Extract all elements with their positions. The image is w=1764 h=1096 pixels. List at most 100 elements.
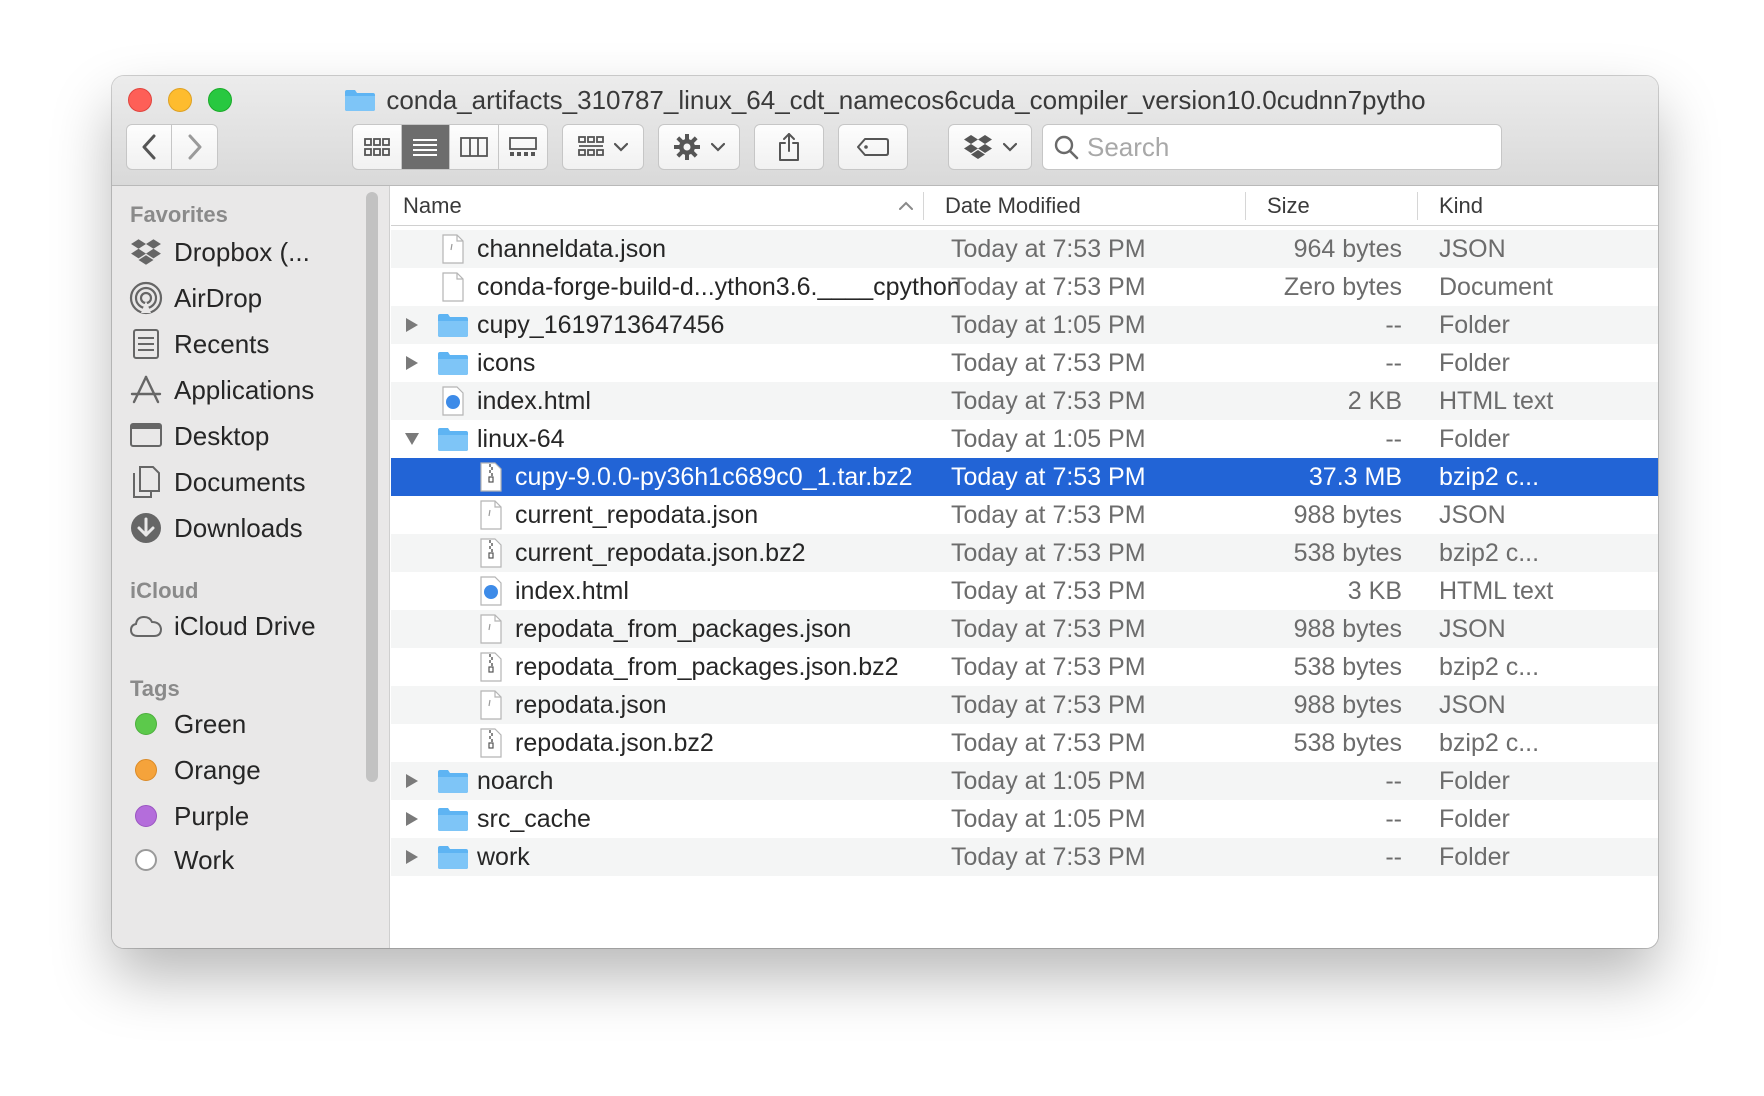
table-row[interactable]: channeldata.json Today at 7:53 PM 964 byte… [391, 230, 1658, 268]
table-row[interactable]: repodata.json.bz2 Today at 7:53 PM 538 byt… [391, 724, 1658, 762]
gallery-view-icon [508, 137, 537, 156]
table-row[interactable]: current_repodata.json Today at 7:53 PM 988… [391, 496, 1658, 534]
column-view-button[interactable] [450, 125, 499, 169]
file-date-modified: Today at 7:53 PM [951, 272, 1146, 301]
sidebar-item-tag-work[interactable]: Work [128, 840, 234, 880]
column-header-size[interactable]: Size [1267, 186, 1310, 226]
table-row[interactable]: index.html Today at 7:53 PM 3 KB HTML text [391, 572, 1658, 610]
column-divider[interactable] [1245, 192, 1246, 220]
folder-icon [437, 765, 469, 797]
disclosure-triangle-down-icon[interactable] [401, 428, 423, 450]
json-file-icon [475, 499, 507, 531]
table-row[interactable]: current_repodata.json.bz2 Today at 7:53 P… [391, 534, 1658, 572]
share-button[interactable] [754, 124, 824, 170]
disclosure-triangle-right-icon[interactable] [401, 770, 423, 792]
sidebar-header-icloud: iCloud [130, 578, 199, 603]
search-input[interactable] [1087, 131, 1467, 163]
disclosure-triangle-right-icon[interactable] [401, 352, 423, 374]
table-row[interactable]: repodata.json Today at 7:53 PM 988 bytes JS… [391, 686, 1658, 724]
file-name: repodata.json.bz2 [515, 728, 714, 757]
table-row[interactable]: index.html Today at 7:53 PM 2 KB HTML text [391, 382, 1658, 420]
disclosure-triangle-right-icon[interactable] [401, 314, 423, 336]
sidebar-item-downloads[interactable]: Downloads [128, 508, 303, 548]
table-row[interactable]: noarch Today at 1:05 PM -- Folder [391, 762, 1658, 800]
file-kind: HTML text [1439, 576, 1554, 605]
table-row[interactable]: linux-64 Today at 1:05 PM -- Folder [391, 420, 1658, 458]
sidebar-item-icloud-drive[interactable]: iCloud Drive [128, 606, 316, 646]
icon-view-button[interactable] [353, 125, 402, 169]
file-name-cell: current_repodata.json.bz2 [439, 534, 805, 572]
sidebar: Favorites Dropbox (... AirDrop Recents A… [112, 186, 390, 948]
sidebar-header-favorites: Favorites [130, 202, 228, 227]
sidebar-item-dropbox[interactable]: Dropbox (... [128, 232, 310, 272]
file-date-modified: Today at 7:53 PM [951, 842, 1146, 871]
table-row[interactable]: repodata_from_packages.json Today at 7:53… [391, 610, 1658, 648]
view-mode-control [352, 124, 548, 170]
downloads-icon [128, 510, 164, 546]
column-divider[interactable] [1417, 192, 1418, 220]
file-date-modified: Today at 7:53 PM [951, 576, 1146, 605]
file-date-modified: Today at 7:53 PM [951, 348, 1146, 377]
file-date-modified: Today at 7:53 PM [951, 500, 1146, 529]
file-size: 988 bytes [1293, 500, 1402, 529]
table-row[interactable]: conda-forge-build-d...ython3.6.____cpyth… [391, 268, 1658, 306]
sidebar-item-label: AirDrop [174, 282, 263, 313]
sidebar-item-documents[interactable]: Documents [128, 462, 306, 502]
column-header-kind[interactable]: Kind [1439, 186, 1483, 226]
sidebar-item-tag-green[interactable]: Green [128, 704, 246, 744]
file-name-cell: current_repodata.json [439, 496, 758, 534]
file-date-modified: Today at 7:53 PM [951, 728, 1146, 757]
sidebar-item-label: Downloads [174, 512, 303, 543]
list-view-button[interactable] [401, 125, 450, 169]
table-row[interactable]: cupy_1619713647456 Today at 1:05 PM -- Fold… [391, 306, 1658, 344]
file-name-cell: linux-64 [401, 420, 565, 458]
action-button[interactable] [658, 124, 740, 170]
file-size: 988 bytes [1293, 690, 1402, 719]
disclosure-triangle-right-icon[interactable] [401, 846, 423, 868]
sidebar-item-desktop[interactable]: Desktop [128, 416, 269, 456]
file-size: 538 bytes [1293, 728, 1402, 757]
sidebar-item-recents[interactable]: Recents [128, 324, 269, 364]
forward-button[interactable] [172, 125, 217, 169]
documents-icon [128, 464, 164, 500]
table-row[interactable]: cupy-9.0.0-py36h1c689c0_1.tar.bz2 Today a… [391, 458, 1658, 496]
table-row[interactable]: repodata_from_packages.json.bz2 Today at … [391, 648, 1658, 686]
table-row[interactable]: icons Today at 7:53 PM -- Folder [391, 344, 1658, 382]
edit-tags-button[interactable] [838, 124, 908, 170]
file-name: linux-64 [477, 424, 565, 453]
group-by-button[interactable] [562, 124, 644, 170]
file-size: 37.3 MB [1308, 462, 1402, 491]
column-header-name[interactable]: Name [403, 186, 913, 226]
column-divider[interactable] [923, 192, 924, 220]
list-view-icon [413, 139, 438, 156]
table-row[interactable]: src_cache Today at 1:05 PM -- Folder [391, 800, 1658, 838]
column-header-date[interactable]: Date Modified [945, 186, 1081, 226]
file-size: -- [1385, 766, 1402, 795]
archive-file-icon [475, 651, 507, 683]
file-kind: Folder [1439, 804, 1510, 833]
sidebar-item-tag-purple[interactable]: Purple [128, 796, 249, 836]
table-row[interactable]: work Today at 7:53 PM -- Folder [391, 838, 1658, 876]
sort-ascending-icon [899, 201, 913, 210]
file-date-modified: Today at 7:53 PM [951, 690, 1146, 719]
sidebar-scrollbar[interactable] [366, 192, 378, 782]
gallery-view-button[interactable] [499, 125, 548, 169]
sidebar-item-applications[interactable]: Applications [128, 370, 314, 410]
dropbox-toolbar-button[interactable] [948, 124, 1032, 170]
sidebar-item-label: Desktop [174, 420, 270, 451]
html-file-icon [437, 385, 469, 417]
disclosure-triangle-right-icon[interactable] [401, 808, 423, 830]
search-field[interactable] [1042, 124, 1502, 170]
window-title-bar: conda_artifacts_310787_linux_64_cdt_name… [112, 82, 1658, 118]
file-date-modified: Today at 1:05 PM [951, 310, 1146, 339]
back-button[interactable] [127, 125, 173, 169]
file-kind: bzip2 c... [1439, 652, 1540, 681]
sidebar-item-tag-orange[interactable]: Orange [128, 750, 261, 790]
toolbar: conda_artifacts_310787_linux_64_cdt_name… [112, 76, 1658, 186]
column-header-row: Name Date Modified Size Kind [391, 186, 1658, 226]
chevron-down-icon [1003, 142, 1017, 152]
sidebar-item-airdrop[interactable]: AirDrop [128, 278, 262, 318]
